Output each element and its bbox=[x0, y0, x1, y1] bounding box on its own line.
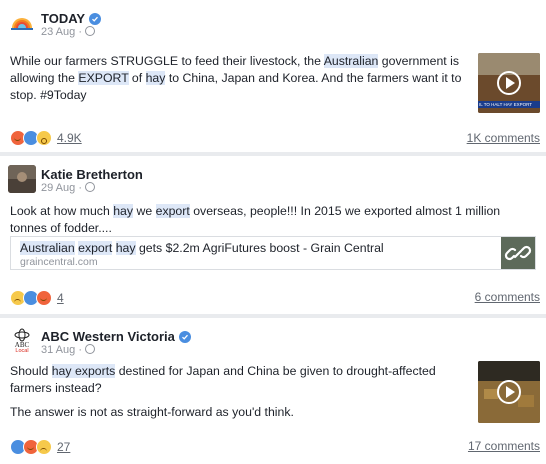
verified-badge-icon bbox=[178, 330, 191, 343]
reactions-summary[interactable]: 4.9K bbox=[10, 130, 82, 146]
search-highlight: hay bbox=[145, 71, 166, 85]
today-logo-icon bbox=[8, 9, 36, 37]
avatar[interactable]: ABC Local bbox=[8, 327, 36, 355]
avatar[interactable] bbox=[8, 9, 36, 37]
search-highlight: export bbox=[78, 241, 113, 255]
search-highlight: export bbox=[155, 204, 190, 218]
link-preview-card[interactable]: Australian export hay gets $2.2m AgriFut… bbox=[10, 236, 536, 270]
reaction-count[interactable]: 4 bbox=[57, 291, 64, 305]
search-highlight: hay bbox=[115, 241, 136, 255]
post-meta: 31 Aug · bbox=[41, 344, 95, 356]
page-name-text[interactable]: Katie Bretherton bbox=[41, 167, 143, 182]
link-domain: graincentral.com bbox=[20, 256, 98, 268]
video-thumbnail[interactable] bbox=[478, 361, 540, 423]
comments-link[interactable]: 6 comments bbox=[475, 290, 540, 304]
text-segment: of bbox=[128, 71, 146, 85]
post-date[interactable]: 29 Aug bbox=[41, 182, 75, 194]
comments-link[interactable]: 17 comments bbox=[468, 439, 540, 453]
text-segment: Should bbox=[10, 364, 52, 378]
avatar[interactable] bbox=[8, 165, 36, 193]
link-icon bbox=[501, 237, 535, 269]
post-date[interactable]: 23 Aug bbox=[41, 26, 75, 38]
page-name-text[interactable]: TODAY bbox=[41, 11, 85, 26]
text-segment: While our farmers STRUGGLE to feed their… bbox=[10, 54, 324, 68]
wow-icon bbox=[36, 130, 52, 146]
post-meta: 29 Aug · bbox=[41, 182, 95, 194]
globe-icon bbox=[85, 26, 95, 36]
reaction-count[interactable]: 4.9K bbox=[57, 131, 82, 145]
post-date[interactable]: 31 Aug bbox=[41, 344, 75, 356]
post-text: Should hay exports destined for Japan an… bbox=[10, 363, 465, 397]
reactions-summary[interactable]: 27 bbox=[10, 439, 70, 455]
search-highlight: Australian bbox=[20, 241, 75, 255]
link-title[interactable]: Australian export hay gets $2.2m AgriFut… bbox=[20, 241, 384, 255]
page-name[interactable]: Katie Bretherton bbox=[41, 167, 143, 182]
post-today: TODAY 23 Aug · While our farmers STRUGGL… bbox=[0, 0, 546, 152]
text-segment: Look at how much bbox=[10, 204, 114, 218]
post-text: While our farmers STRUGGLE to feed their… bbox=[10, 53, 470, 104]
search-highlight: EXPORT bbox=[78, 71, 129, 85]
search-highlight: Australian bbox=[323, 54, 379, 68]
news-feed: TODAY 23 Aug · While our farmers STRUGGL… bbox=[0, 0, 546, 464]
play-icon[interactable] bbox=[497, 380, 521, 404]
post-katie: Katie Bretherton 29 Aug · Look at how mu… bbox=[0, 156, 546, 314]
globe-icon bbox=[85, 182, 95, 192]
abc-logo-subtext: Local bbox=[15, 348, 29, 354]
page-name-text[interactable]: ABC Western Victoria bbox=[41, 329, 175, 344]
video-caption: IL TO HALT HAY EXPORT bbox=[479, 102, 533, 107]
video-thumbnail[interactable]: IL TO HALT HAY EXPORT bbox=[478, 53, 540, 113]
post-text-secondary: The answer is not as straight-forward as… bbox=[10, 405, 294, 419]
comments-link[interactable]: 1K comments bbox=[467, 131, 540, 145]
search-highlight: hay bbox=[113, 204, 134, 218]
page-name[interactable]: TODAY bbox=[41, 11, 102, 26]
angry-icon bbox=[36, 290, 52, 306]
reaction-count[interactable]: 27 bbox=[57, 440, 70, 454]
profile-photo-icon bbox=[8, 165, 36, 193]
post-text: Look at how much hay we export overseas,… bbox=[10, 203, 530, 237]
link-thumbnail[interactable] bbox=[501, 237, 535, 269]
page-name[interactable]: ABC Western Victoria bbox=[41, 329, 191, 344]
play-icon[interactable] bbox=[497, 71, 521, 95]
globe-icon bbox=[85, 344, 95, 354]
post-abc-western-victoria: ABC Local ABC Western Victoria 31 Aug · … bbox=[0, 318, 546, 464]
verified-badge-icon bbox=[89, 12, 102, 25]
text-segment: we bbox=[133, 204, 156, 218]
text-segment: gets $2.2m AgriFutures boost - Grain Cen… bbox=[135, 241, 384, 255]
post-meta: 23 Aug · bbox=[41, 26, 95, 38]
search-highlight: hay exports bbox=[51, 364, 116, 378]
reactions-summary[interactable]: 4 bbox=[10, 290, 64, 306]
sad-icon bbox=[36, 439, 52, 455]
